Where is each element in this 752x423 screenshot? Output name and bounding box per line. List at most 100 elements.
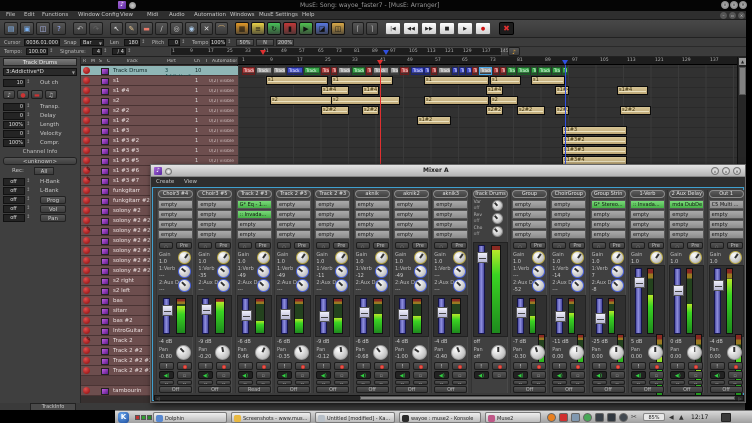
- midi-part[interactable]: s1#4: [555, 86, 569, 95]
- input-route-button[interactable]: ▫: [492, 371, 507, 379]
- stereo-toggle-button[interactable]: ○: [316, 242, 330, 249]
- solo-button[interactable]: [374, 362, 389, 370]
- strip-name[interactable]: Choir3 #5: [197, 190, 232, 198]
- effect-slot[interactable]: empty: [512, 230, 547, 239]
- midi-part[interactable]: s1#4: [617, 86, 648, 95]
- network-icon[interactable]: ▲: [679, 414, 684, 421]
- solo-button[interactable]: [492, 362, 507, 370]
- effect-slot[interactable]: empty: [158, 210, 193, 219]
- send2-knob[interactable]: [571, 279, 584, 292]
- config-button-2[interactable]: ↔: [413, 380, 428, 385]
- automation-button[interactable]: Off: [434, 386, 467, 393]
- drum-part[interactable]: Tra: [400, 67, 409, 75]
- pencil-tool-icon[interactable]: ✎: [125, 22, 138, 35]
- record-arm-dot[interactable]: [83, 387, 90, 394]
- drum-part[interactable]: Track: [242, 67, 255, 75]
- mixer-minimize-button[interactable]: ∨: [711, 167, 719, 175]
- stereo-toggle-button[interactable]: ○: [592, 242, 606, 249]
- send1-knob[interactable]: [178, 265, 191, 278]
- strip-name[interactable]: Track Drums: [473, 190, 508, 198]
- config-button-1[interactable]: ↔: [434, 380, 449, 385]
- pitch-spin-arrows-icon[interactable]: ↕: [181, 39, 185, 45]
- pan-knob[interactable]: [412, 345, 427, 360]
- pre-button[interactable]: Pre: [176, 242, 192, 249]
- menu-edit[interactable]: Edit: [24, 12, 35, 19]
- pre-button[interactable]: Pre: [609, 242, 625, 249]
- mdi-restore-icon[interactable]: ▫: [729, 12, 736, 19]
- strip-name[interactable]: aknik3: [433, 190, 468, 198]
- effect-slot[interactable]: empty: [591, 210, 626, 219]
- record-arm-dot[interactable]: [83, 137, 90, 144]
- volume-fader[interactable]: [202, 298, 209, 334]
- drum-part[interactable]: Tra: [552, 67, 561, 75]
- effect-slot[interactable]: empty: [591, 230, 626, 239]
- mute-button[interactable]: !: [474, 362, 489, 370]
- menu-windows[interactable]: Windows: [230, 12, 255, 19]
- ctrl-arrows-icon[interactable]: ↕: [26, 178, 30, 184]
- out-ch-spinbox[interactable]: 10: [3, 79, 25, 87]
- taskbar-task-5[interactable]: Muse2: [485, 412, 541, 423]
- drum-part[interactable]: Track: [273, 67, 286, 75]
- pan-knob[interactable]: [609, 345, 624, 360]
- send1-knob[interactable]: [335, 265, 348, 278]
- volume-fader[interactable]: [674, 268, 681, 334]
- field-compr-spinbox[interactable]: 100%: [3, 139, 25, 147]
- len-spin-arrows-icon[interactable]: ↕: [141, 39, 145, 45]
- drum-part[interactable]: Track: [538, 67, 551, 75]
- strip-name[interactable]: ChoirGroup: [551, 190, 586, 198]
- input-route-button[interactable]: ▫: [531, 371, 546, 379]
- rec-all-button[interactable]: All: [34, 167, 54, 175]
- effect-slot[interactable]: empty: [630, 230, 665, 239]
- gain-knob[interactable]: [650, 251, 663, 264]
- output-route-button[interactable]: ◀): [277, 371, 292, 379]
- menu-window-config[interactable]: Window Config: [78, 12, 119, 19]
- midi-part[interactable]: s1#4: [486, 86, 503, 95]
- config-button-1[interactable]: ↔: [513, 380, 528, 385]
- scroll-left-icon[interactable]: ◁: [155, 396, 161, 400]
- config-button-1[interactable]: ↔: [710, 380, 725, 385]
- forward-button[interactable]: ▶▶: [421, 22, 437, 35]
- drum-part[interactable]: Track: [256, 67, 272, 75]
- stereo-toggle-button[interactable]: ○: [631, 242, 645, 249]
- record-arm-dot[interactable]: [83, 97, 90, 104]
- record-arm-dot[interactable]: [83, 367, 90, 374]
- battery-indicator[interactable]: 85%: [643, 413, 665, 421]
- effect-slot[interactable]: empty: [315, 200, 350, 209]
- output-route-button[interactable]: ◀): [198, 371, 213, 379]
- punch-in-icon[interactable]: ⌈: [352, 22, 364, 35]
- send1-knob[interactable]: [532, 265, 545, 278]
- mute-button[interactable]: !: [513, 362, 528, 370]
- automation-button[interactable]: Off: [670, 386, 703, 393]
- out-ch-arrows-icon[interactable]: ↕: [26, 79, 30, 85]
- mixer-maximize-button[interactable]: ∧: [722, 167, 730, 175]
- effect-slot[interactable]: empty: [512, 210, 547, 219]
- stereo-toggle-button[interactable]: ○: [159, 242, 173, 249]
- send1-knob[interactable]: [217, 265, 230, 278]
- volume-fader[interactable]: [163, 298, 170, 334]
- input-route-button[interactable]: ▫: [295, 371, 310, 379]
- config-button-2[interactable]: ↔: [610, 380, 625, 385]
- open-icon[interactable]: ▣: [20, 22, 34, 35]
- top-ruler[interactable]: 1917253341495765738189971051131211291371…: [170, 47, 502, 56]
- record-arm-dot[interactable]: [83, 267, 90, 274]
- track-row[interactable]: s110(2) visible: [81, 76, 238, 86]
- pre-button[interactable]: Pre: [530, 242, 546, 249]
- effect-slot[interactable]: empty: [433, 220, 468, 229]
- midi-part[interactable]: s1#3#2: [562, 136, 627, 145]
- output-route-button[interactable]: ◀): [592, 371, 607, 379]
- config-button-2[interactable]: ↔: [649, 380, 664, 385]
- wave-editor-toggle-icon[interactable]: ▮: [283, 22, 297, 35]
- record-arm-dot[interactable]: [83, 207, 90, 214]
- whats-this-icon[interactable]: ?: [52, 22, 66, 35]
- play-button[interactable]: ▶: [457, 22, 473, 35]
- strip-name[interactable]: Track 2 #3 #4: [237, 190, 272, 198]
- midi-part[interactable]: s2#2: [321, 106, 349, 115]
- effect-slot[interactable]: empty: [709, 220, 744, 229]
- midi-ctrl-knob[interactable]: [492, 213, 503, 224]
- volume-fader[interactable]: [714, 268, 721, 334]
- output-route-button[interactable]: ◀): [631, 371, 646, 379]
- volume-fader[interactable]: [517, 298, 524, 334]
- cutter-tool-icon[interactable]: ∕: [155, 22, 168, 35]
- track-row[interactable]: s1 #310(2) visible: [81, 126, 238, 136]
- volume-fader[interactable]: [438, 298, 445, 334]
